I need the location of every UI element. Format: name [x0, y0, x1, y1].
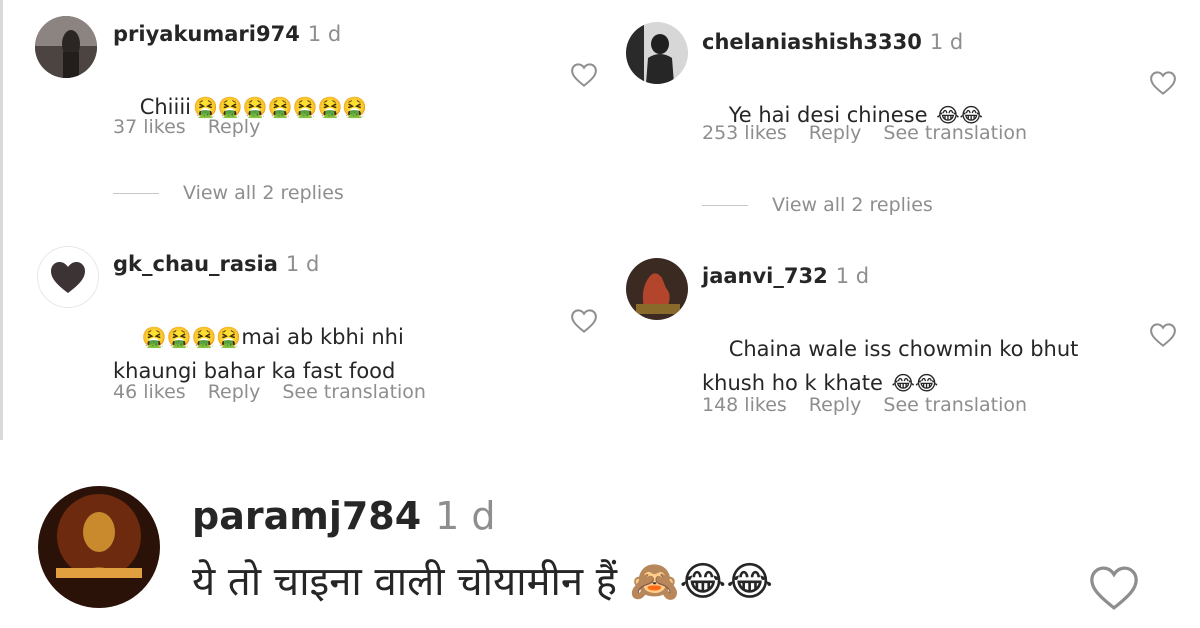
- reply-button[interactable]: Reply: [208, 116, 261, 138]
- view-replies-button[interactable]: View all 2 replies: [113, 182, 344, 204]
- timestamp[interactable]: 1 d: [286, 252, 319, 276]
- likes-count[interactable]: 148 likes: [702, 394, 787, 416]
- heart-icon[interactable]: [569, 306, 599, 336]
- reply-button[interactable]: Reply: [208, 381, 261, 403]
- timestamp[interactable]: 1 d: [308, 22, 341, 46]
- avatar[interactable]: [626, 22, 688, 84]
- comment-header: priyakumari974 1 d: [113, 22, 341, 46]
- heart-icon[interactable]: [569, 60, 599, 90]
- comment-meta: 37 likes Reply: [113, 116, 282, 138]
- likes-count[interactable]: 37 likes: [113, 116, 186, 138]
- reply-button[interactable]: Reply: [809, 122, 862, 144]
- timestamp[interactable]: 1 d: [930, 30, 963, 54]
- reply-button[interactable]: Reply: [809, 394, 862, 416]
- comment-text: Ye hai desi chinese 😂😂: [702, 64, 983, 166]
- avatar[interactable]: [38, 486, 160, 608]
- featured-comment-text: ये तो चाइना वाली चोयामीन हैं 🙈😂😂: [192, 552, 773, 607]
- comments-panel-left: priyakumari974 1 d Chiiii 🤮🤮🤮🤮🤮🤮🤮 37 likes…: [0, 0, 612, 440]
- comment-body: Chaina wale iss chowmin ko bhut khush ho…: [702, 337, 1079, 395]
- emoji-group: 🙈😂😂: [629, 559, 774, 605]
- see-translation-button[interactable]: See translation: [883, 394, 1027, 416]
- heart-icon[interactable]: [1086, 560, 1142, 616]
- reply-divider-line: [702, 204, 748, 206]
- timestamp[interactable]: 1 d: [836, 264, 869, 288]
- username[interactable]: jaanvi_732: [702, 264, 828, 288]
- comment-body: ये तो चाइना वाली चोयामीन हैं: [192, 559, 630, 605]
- username[interactable]: chelaniashish3330: [702, 30, 922, 54]
- comments-panel-right: chelaniashish3330 1 d Ye hai desi chinese…: [612, 0, 1200, 440]
- view-replies-button[interactable]: View all 2 replies: [702, 194, 933, 216]
- comment-meta: 46 likes Reply See translation: [113, 381, 448, 403]
- username[interactable]: priyakumari974: [113, 22, 300, 46]
- comment-text: Chiiii 🤮🤮🤮🤮🤮🤮🤮: [113, 56, 368, 158]
- likes-count[interactable]: 253 likes: [702, 122, 787, 144]
- username[interactable]: gk_chau_rasia: [113, 252, 278, 276]
- comment-meta: 148 likes Reply See translation: [702, 394, 1049, 416]
- comment-header: chelaniashish3330 1 d: [702, 30, 963, 54]
- comment-header: jaanvi_732 1 d: [702, 264, 869, 288]
- view-replies-label[interactable]: View all 2 replies: [183, 182, 344, 204]
- likes-count[interactable]: 46 likes: [113, 381, 186, 403]
- emoji-group: 🤮🤮🤮🤮: [141, 325, 242, 349]
- heart-icon[interactable]: [1148, 320, 1178, 350]
- emoji-group: 😂😂: [891, 371, 939, 395]
- see-translation-button[interactable]: See translation: [883, 122, 1027, 144]
- username[interactable]: paramj784: [192, 494, 421, 538]
- heart-icon[interactable]: [1148, 68, 1178, 98]
- timestamp[interactable]: 1 d: [435, 494, 495, 538]
- avatar[interactable]: [35, 16, 97, 78]
- reply-divider-line: [113, 192, 159, 194]
- avatar[interactable]: [626, 258, 688, 320]
- see-translation-button[interactable]: See translation: [282, 381, 426, 403]
- comment-meta: 253 likes Reply See translation: [702, 122, 1049, 144]
- view-replies-label[interactable]: View all 2 replies: [772, 194, 933, 216]
- comment-header: gk_chau_rasia 1 d: [113, 252, 319, 276]
- avatar[interactable]: [37, 246, 99, 308]
- featured-comment-header: paramj784 1 d: [192, 494, 496, 538]
